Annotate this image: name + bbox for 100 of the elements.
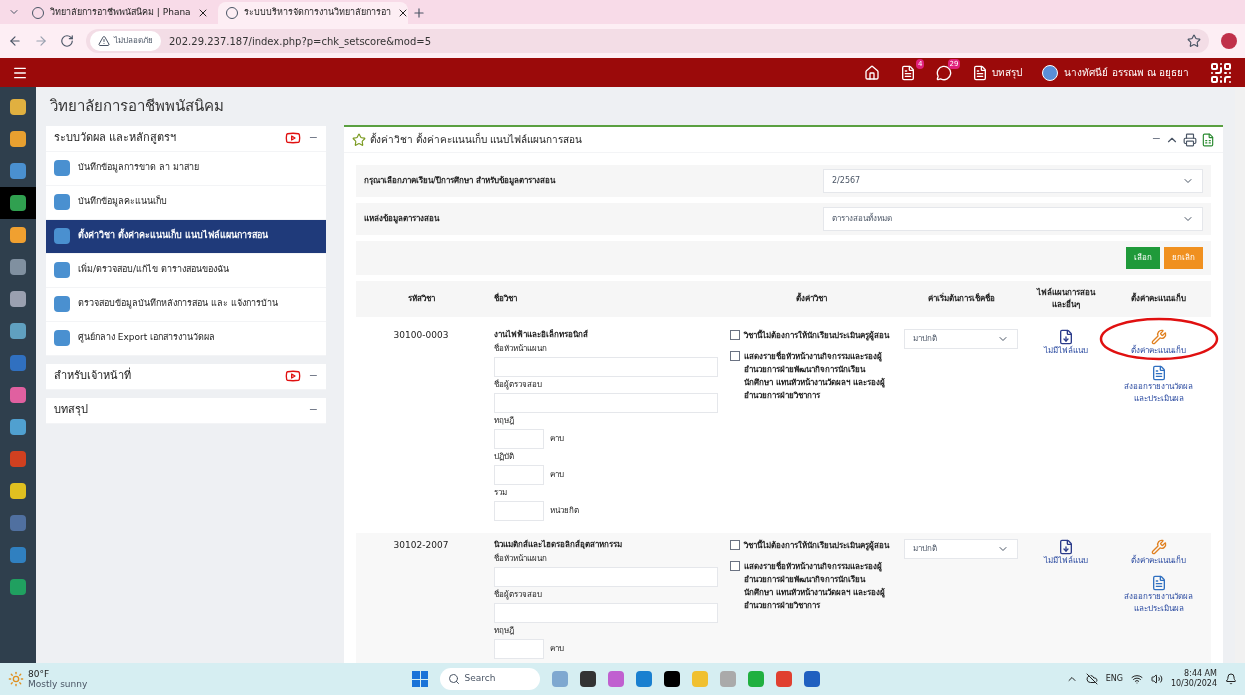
security-chip[interactable]: ไม่ปลอดภัย: [90, 31, 161, 51]
notification-icon[interactable]: [1225, 673, 1237, 685]
menu-item-icon: [54, 262, 70, 278]
field-label: ทฤษฎี: [494, 415, 515, 427]
search-field[interactable]: Search: [440, 668, 541, 690]
text-field[interactable]: [494, 567, 718, 587]
college-title: วิทยาลัยการอาชีพพนัสนิคม: [49, 96, 225, 117]
address-field[interactable]: ไม่ปลอดภัย 202.29.237.187/index.php?p=chk_setscore&mod=5: [86, 29, 1209, 53]
clock-date[interactable]: 10/30/2024: [1170, 679, 1217, 689]
filter-label: กรุณาเลือกภาคเรียน/ปีการศึกษา สำหรับข้อมูลตารางสอน: [364, 175, 557, 187]
profile-avatar[interactable]: [1221, 33, 1237, 49]
unit-label: คาบ: [550, 643, 564, 655]
collapse-toggle[interactable]: −: [308, 129, 318, 147]
text-field[interactable]: [494, 393, 718, 413]
subject-name: งานไฟฟ้าและอิเล็กทรอนิกส์: [494, 329, 589, 341]
section-title[interactable]: สำหรับเจ้าหน้าที่: [54, 367, 131, 385]
document-icon[interactable]: [900, 64, 917, 81]
select-field[interactable]: ตารางสอนทั้งหมด: [823, 207, 1203, 231]
app-icon: [10, 99, 26, 115]
checkbox-label: วิชานี้ไม่ต้องการให้นักเรียนประเมินครูผู้สอน: [744, 329, 889, 342]
file-status[interactable]: ไม่มีไฟล์แนบ: [1044, 555, 1088, 567]
avatar-icon: [1042, 64, 1059, 81]
user-name[interactable]: นางทัศนีย์ อรรณพ ณ อยุธยา: [1064, 65, 1189, 80]
sidebar-item[interactable]: ตรวจสอบข้อมูลบันทึกหลังการสอน และ แจ้งการบ้าน: [46, 287, 326, 322]
sidebar-item[interactable]: ตั้งค่าวิชา ตั้งค่าคะแนนเก็บ แนบไฟล์แผนการสอน: [46, 219, 326, 254]
text-field[interactable]: [494, 357, 718, 377]
app-icon: [10, 483, 26, 499]
excel-icon[interactable]: [1201, 132, 1215, 147]
action-link[interactable]: ส่งออกรายงานวัดผลและประเมินผล: [1118, 365, 1199, 405]
action-link[interactable]: ส่งออกรายงานวัดผลและประเมินผล: [1118, 575, 1199, 615]
file-icon: [1058, 329, 1074, 345]
app-icon: [10, 547, 26, 563]
menu-item-icon: [54, 160, 70, 176]
clock-time[interactable]: 8:44 AM: [1184, 669, 1217, 679]
column-header: ตั้งค่าวิชา: [794, 293, 828, 305]
cloud-icon[interactable]: [1085, 673, 1098, 685]
subject-code: 30102-2007: [392, 539, 450, 552]
collapse-toggle[interactable]: −: [1151, 131, 1161, 148]
qr-code-icon[interactable]: [1209, 60, 1233, 85]
tools-icon: [1150, 329, 1167, 345]
app-icon: [10, 579, 26, 595]
app-icon: [10, 291, 26, 307]
speaker-icon[interactable]: [1150, 673, 1163, 685]
weather-text: Mostly sunny: [28, 679, 88, 689]
field-label: ชื่อหัวหน้าแผนก: [494, 553, 548, 565]
document-icon: [1150, 365, 1167, 381]
sidebar-item[interactable]: บันทึกข้อมูลคะแนนเก็บ: [46, 185, 326, 220]
checkbox[interactable]: [730, 351, 740, 361]
tab-title: ระบบบริหารจัดการงานวิทยาลัยการอา: [244, 6, 391, 20]
home-icon[interactable]: [864, 64, 881, 81]
rail-button[interactable]: [0, 187, 36, 219]
select-field[interactable]: 2/2567: [823, 169, 1203, 193]
summary-link[interactable]: บทสรุป: [992, 65, 1023, 80]
text-field[interactable]: [494, 639, 544, 659]
chat-icon[interactable]: [936, 64, 953, 81]
collapse-toggle[interactable]: −: [308, 367, 318, 385]
browser-tab[interactable]: วิทยาลัยการอาชีพพนัสนิคม | Phana: [24, 2, 214, 24]
text-field[interactable]: [494, 501, 544, 521]
taskbar-app-icon[interactable]: [664, 671, 681, 687]
text-field[interactable]: [494, 429, 544, 449]
language-indicator[interactable]: ENG: [1105, 673, 1123, 685]
file-icon: [1058, 539, 1074, 555]
checkbox[interactable]: [730, 561, 740, 571]
action-link[interactable]: ตั้งค่าคะแนนเก็บ: [1118, 539, 1199, 567]
video-icon[interactable]: [284, 130, 301, 146]
app-icon: [10, 131, 26, 147]
file-status[interactable]: ไม่มีไฟล์แนบ: [1044, 345, 1088, 357]
sidebar-item[interactable]: บันทึกข้อมูลการขาด ลา มาสาย: [46, 151, 326, 186]
app-icon: [10, 387, 26, 403]
wifi-icon[interactable]: [1130, 673, 1143, 685]
bookmark-icon[interactable]: [1187, 34, 1201, 48]
browser-tab[interactable]: ระบบบริหารจัดการงานวิทยาลัยการอา: [218, 2, 408, 24]
app-icon: [10, 259, 26, 275]
taskbar-app-icon[interactable]: [580, 671, 597, 687]
report-icon[interactable]: [972, 64, 989, 81]
close-icon[interactable]: [397, 7, 409, 19]
video-icon[interactable]: [284, 368, 301, 384]
reload-icon[interactable]: [60, 34, 74, 48]
attendance-select[interactable]: มาปกติ: [904, 539, 1018, 559]
menu-item-icon: [54, 228, 70, 244]
section-title[interactable]: ระบบวัดผล และหลักสูตรฯ: [54, 129, 177, 147]
start-icon[interactable]: [412, 671, 429, 687]
sidebar-item[interactable]: เพิ่ม/ตรวจสอบ/แก้ไข ตารางสอนของฉัน: [46, 253, 326, 288]
text-field[interactable]: [494, 465, 544, 485]
attendance-select[interactable]: มาปกติ: [904, 329, 1018, 349]
section-title[interactable]: บทสรุป: [54, 401, 88, 419]
menu-item-icon: [54, 194, 70, 210]
checkbox[interactable]: [730, 540, 740, 550]
field-label: ชื่อผู้ตรวจสอบ: [494, 589, 543, 601]
column-header: ค่าเริ่มต้นการเช็คชื่อ: [926, 293, 996, 305]
back-icon[interactable]: [8, 34, 22, 48]
unit-label: คาบ: [550, 469, 564, 481]
search-icon: [448, 673, 461, 685]
collapse-toggle[interactable]: −: [308, 401, 318, 419]
print-icon[interactable]: [1183, 132, 1197, 147]
sidebar-item[interactable]: ศูนย์กลาง Export เอกสารงานวัดผล: [46, 321, 326, 356]
tools-icon: [1150, 539, 1167, 555]
text-field[interactable]: [494, 603, 718, 623]
action-button[interactable]: เลือก: [1126, 247, 1160, 269]
checkbox[interactable]: [730, 330, 740, 340]
